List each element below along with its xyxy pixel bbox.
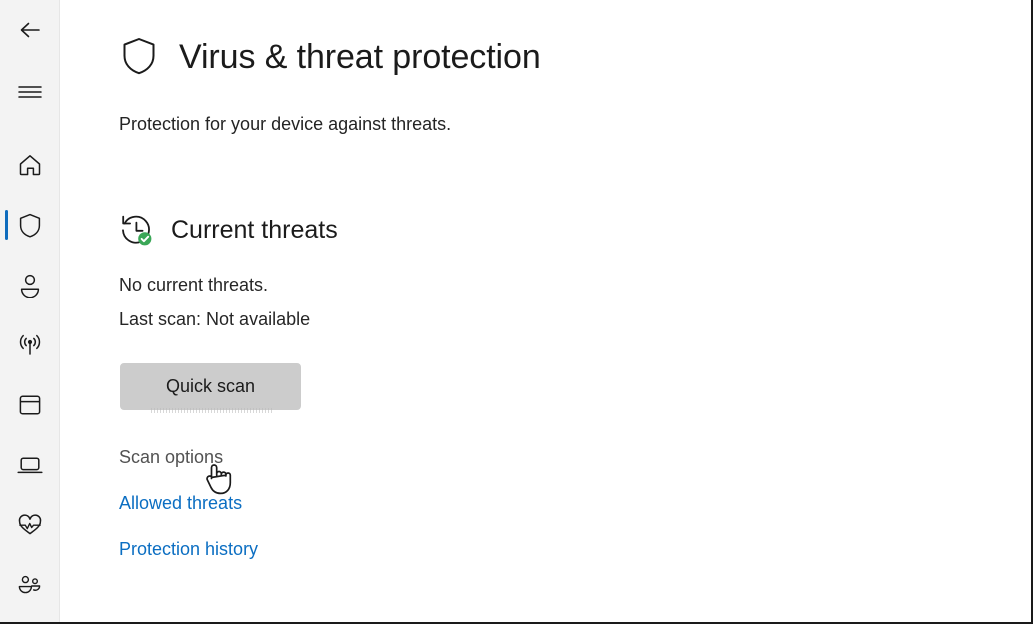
threat-status-text: No current threats. [119,275,269,295]
allowed-threats-link[interactable]: Allowed threats [119,490,242,516]
heart-pulse-icon [18,514,42,535]
hamburger-icon [18,86,42,98]
protection-history-link[interactable]: Protection history [119,536,258,562]
sidebar-item-family-options[interactable] [0,563,60,607]
windows-security-window: Virus & threat protection Protection for… [0,0,1033,624]
sidebar-item-device-security[interactable] [0,443,60,487]
sidebar-item-virus-threat-protection[interactable] [0,203,60,247]
back-button[interactable] [0,8,60,52]
scan-options-link[interactable]: Scan options [119,444,223,470]
sidebar-item-home[interactable] [0,143,60,187]
app-window-icon [19,395,41,415]
shield-icon [19,213,41,238]
sidebar-item-device-performance-health[interactable] [0,503,60,547]
main-content-area: Virus & threat protection Protection for… [61,0,1031,622]
sidebar-item-account-protection[interactable] [0,263,60,307]
navigation-sidebar [0,0,60,622]
sidebar-item-app-browser-control[interactable] [0,383,60,427]
person-icon [20,274,40,298]
shield-icon [123,38,155,75]
page-title: Virus & threat protection [179,38,541,76]
current-threats-title: Current threats [171,216,338,244]
history-clock-check-icon [122,215,152,246]
current-threats-header: Current threats [119,213,338,247]
button-focus-artifact [151,408,273,413]
home-icon [19,155,41,176]
laptop-icon [17,457,43,474]
hamburger-menu-button[interactable] [0,70,60,114]
family-people-icon [18,575,41,594]
broadcast-icon [19,334,41,355]
back-arrow-icon [20,22,40,38]
selection-indicator [5,210,8,240]
sidebar-item-firewall-network-protection[interactable] [0,323,60,367]
quick-scan-button[interactable]: Quick scan [120,363,301,410]
page-subtitle: Protection for your device against threa… [119,114,452,134]
last-scan-text: Last scan: Not available [119,309,311,329]
page-header: Virus & threat protection [119,36,541,78]
